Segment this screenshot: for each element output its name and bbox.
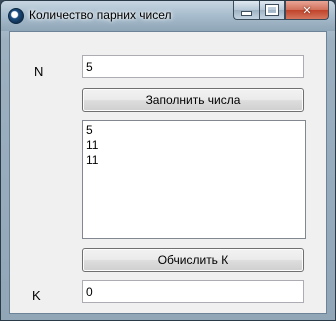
fill-numbers-button-label: Заполнить числа [145, 93, 241, 107]
minimize-button[interactable] [233, 1, 259, 20]
compute-k-button-label: Обчислить К [157, 253, 229, 267]
list-item[interactable]: 11 [86, 153, 302, 168]
k-label: K [32, 288, 41, 303]
maximize-button[interactable] [259, 1, 285, 20]
list-item[interactable]: 11 [86, 138, 302, 153]
close-icon: ✕ [302, 4, 312, 17]
form-client-area: N Заполнить числа 5 11 11 Обчислить К K [9, 31, 327, 314]
n-input[interactable] [82, 55, 304, 78]
caption-buttons: ✕ [233, 1, 329, 20]
fill-numbers-button[interactable]: Заполнить числа [82, 88, 304, 112]
minimize-icon [241, 10, 252, 16]
window-title: Количество парних чисел [29, 8, 172, 22]
n-label: N [34, 64, 44, 79]
app-window: Количество парних чисел ✕ N Заполнить чи… [0, 0, 336, 321]
close-button[interactable]: ✕ [285, 1, 329, 20]
app-icon[interactable] [8, 8, 24, 24]
k-output-field[interactable] [82, 280, 304, 303]
maximize-icon [265, 4, 279, 16]
list-item[interactable]: 5 [86, 123, 302, 138]
title-bar[interactable]: Количество парних чисел ✕ [1, 1, 335, 31]
compute-k-button[interactable]: Обчислить К [82, 248, 304, 272]
numbers-listbox[interactable]: 5 11 11 [82, 120, 306, 239]
